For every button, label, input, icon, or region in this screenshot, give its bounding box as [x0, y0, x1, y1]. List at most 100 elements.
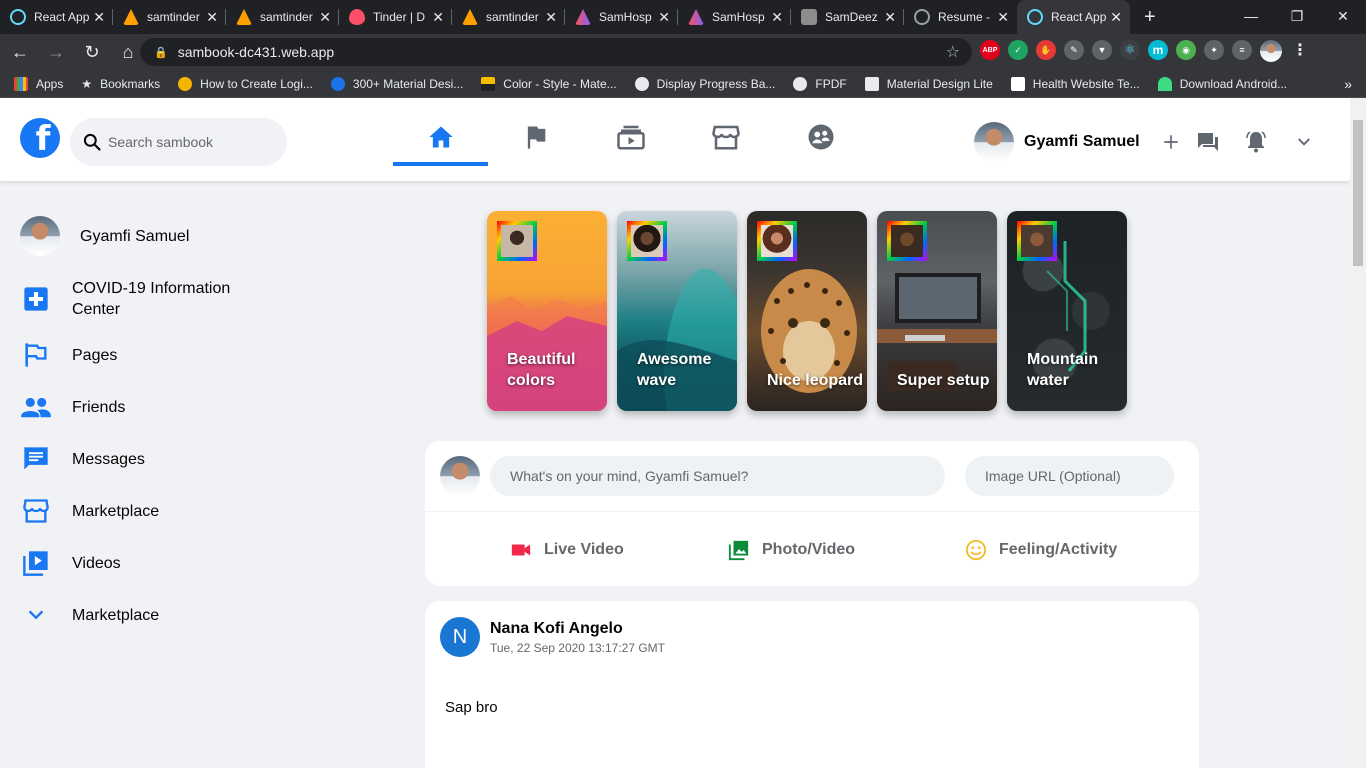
- close-tab-icon[interactable]: ✕: [884, 9, 896, 26]
- header-avatar[interactable]: [974, 122, 1014, 162]
- close-tab-icon[interactable]: ✕: [997, 9, 1009, 26]
- react-devtools-icon[interactable]: ⚛: [1120, 40, 1140, 60]
- bookmark-item[interactable]: How to Create Logi...: [178, 76, 313, 91]
- colorzilla-icon[interactable]: ◉: [1176, 40, 1196, 60]
- browser-tab[interactable]: Tinder | D ✕: [339, 0, 452, 34]
- bookmarks-overflow-icon[interactable]: »: [1344, 76, 1352, 92]
- option-label: Live Video: [544, 541, 624, 558]
- messenger-button[interactable]: [1184, 122, 1232, 162]
- status-input[interactable]: [490, 456, 945, 496]
- bookmark-item[interactable]: 300+ Material Desi...: [330, 76, 463, 91]
- bookmark-item[interactable]: Material Design Lite: [864, 76, 993, 91]
- bookmark-item[interactable]: Apps: [14, 76, 63, 91]
- sidebar-item-covid[interactable]: COVID-19 Information Center: [20, 278, 252, 320]
- close-tab-icon[interactable]: ✕: [1110, 9, 1122, 26]
- browser-tab[interactable]: samtinder ✕: [226, 0, 339, 34]
- reload-icon[interactable]: ↻: [76, 42, 108, 63]
- bookmark-item[interactable]: ★ Bookmarks: [81, 77, 160, 91]
- bookmark-item[interactable]: FPDF: [793, 76, 847, 91]
- nav-watch[interactable]: [583, 108, 678, 165]
- kebab-menu-icon[interactable]: ⋮: [1290, 40, 1310, 60]
- browser-tab[interactable]: SamHosp ✕: [678, 0, 791, 34]
- lock-icon: 🔒: [154, 46, 168, 59]
- sidebar-item-messages[interactable]: Messages: [20, 443, 145, 475]
- browser-tab-active[interactable]: React App ✕: [1017, 0, 1130, 34]
- page-scrollbar[interactable]: [1350, 98, 1366, 768]
- tab-title: Tinder | D: [373, 10, 426, 24]
- nav-groups[interactable]: [773, 108, 868, 165]
- story-card[interactable]: Nice leopard: [747, 211, 867, 411]
- feeling-activity-button[interactable]: Feeling/Activity: [965, 534, 1117, 566]
- browser-tab[interactable]: samtinder ✕: [113, 0, 226, 34]
- post-author-name[interactable]: Nana Kofi Angelo: [490, 620, 623, 638]
- nav-home[interactable]: [393, 108, 488, 166]
- browser-tab[interactable]: SamDeez ✕: [791, 0, 904, 34]
- home-icon: [428, 126, 453, 147]
- apps-grid-icon: [14, 76, 28, 91]
- browser-tab[interactable]: samtinder ✕: [452, 0, 565, 34]
- nav-pages[interactable]: [488, 108, 583, 165]
- new-tab-button[interactable]: +: [1144, 0, 1156, 34]
- sidebar-item-marketplace[interactable]: Marketplace: [20, 495, 159, 527]
- story-card[interactable]: Beautiful colors: [487, 211, 607, 411]
- story-card[interactable]: Super setup: [877, 211, 997, 411]
- close-tab-icon[interactable]: ✕: [545, 9, 557, 26]
- m-extension-icon[interactable]: m: [1148, 40, 1168, 60]
- browser-tab[interactable]: Resume - ✕: [904, 0, 1017, 34]
- notifications-button[interactable]: [1232, 122, 1280, 162]
- close-tab-icon[interactable]: ✕: [771, 9, 783, 26]
- story-card[interactable]: Awesome wave: [617, 211, 737, 411]
- close-tab-icon[interactable]: ✕: [93, 9, 105, 26]
- hand-extension-icon[interactable]: ✋: [1036, 40, 1056, 60]
- search-input[interactable]: [108, 134, 278, 150]
- back-arrow-icon[interactable]: ←: [4, 42, 36, 63]
- story-card[interactable]: Mountain water: [1007, 211, 1127, 411]
- browser-tab[interactable]: React App ✕: [0, 0, 113, 34]
- checkmark-extension-icon[interactable]: ✓: [1008, 40, 1028, 60]
- bookmark-star-icon[interactable]: ☆: [946, 42, 960, 62]
- tab-title: Resume -: [938, 10, 991, 24]
- profile-avatar[interactable]: [1260, 40, 1282, 62]
- sidebar-item-videos[interactable]: Videos: [20, 547, 121, 579]
- avatar-icon: [801, 9, 817, 25]
- adblock-extension-icon[interactable]: ABP: [980, 40, 1000, 60]
- forward-arrow-icon[interactable]: →: [40, 42, 72, 63]
- people-icon: [20, 391, 52, 423]
- close-tab-icon[interactable]: ✕: [658, 9, 670, 26]
- browser-tab[interactable]: SamHosp ✕: [565, 0, 678, 34]
- bookmark-item[interactable]: Health Website Te...: [1010, 76, 1140, 91]
- bookmark-item[interactable]: Color - Style - Mate...: [481, 76, 617, 91]
- window-controls: — ❐ ✕: [1228, 0, 1366, 34]
- logo-letter: f: [35, 119, 51, 158]
- nav-marketplace[interactable]: [678, 108, 773, 165]
- search-box[interactable]: [70, 118, 287, 166]
- image-url-input[interactable]: [965, 456, 1174, 496]
- sidebar-item-more[interactable]: Marketplace: [20, 599, 159, 631]
- close-window-icon[interactable]: ✕: [1320, 0, 1366, 34]
- sidebar-item-friends[interactable]: Friends: [20, 391, 125, 423]
- storefront-icon: [20, 495, 52, 527]
- puzzle-extensions-icon[interactable]: ✦: [1204, 40, 1224, 60]
- address-bar[interactable]: 🔒 sambook-dc431.web.app ☆: [140, 38, 972, 66]
- scrollbar-thumb[interactable]: [1353, 120, 1363, 266]
- restore-icon[interactable]: ❐: [1274, 0, 1320, 34]
- minimize-icon[interactable]: —: [1228, 0, 1274, 34]
- vue-extension-icon[interactable]: ▼: [1092, 40, 1112, 60]
- pen-extension-icon[interactable]: ✎: [1064, 40, 1084, 60]
- live-video-button[interactable]: Live Video: [510, 534, 624, 566]
- bookmark-item[interactable]: Download Android...: [1157, 76, 1287, 91]
- close-tab-icon[interactable]: ✕: [432, 9, 444, 26]
- photo-video-button[interactable]: Photo/Video: [728, 534, 855, 566]
- create-button[interactable]: [1158, 122, 1184, 162]
- close-tab-icon[interactable]: ✕: [206, 9, 218, 26]
- media-control-icon[interactable]: ≡: [1232, 40, 1252, 60]
- bookmark-item[interactable]: Display Progress Ba...: [634, 76, 775, 91]
- account-menu-button[interactable]: [1280, 122, 1328, 162]
- sidebar-profile[interactable]: Gyamfi Samuel: [20, 216, 189, 256]
- header-user-name[interactable]: Gyamfi Samuel: [1024, 133, 1140, 151]
- post-author-avatar[interactable]: N: [440, 617, 480, 657]
- facebook-logo[interactable]: f: [20, 118, 60, 158]
- close-tab-icon[interactable]: ✕: [319, 9, 331, 26]
- sidebar-item-pages[interactable]: Pages: [20, 339, 117, 371]
- flag-icon: [20, 339, 52, 371]
